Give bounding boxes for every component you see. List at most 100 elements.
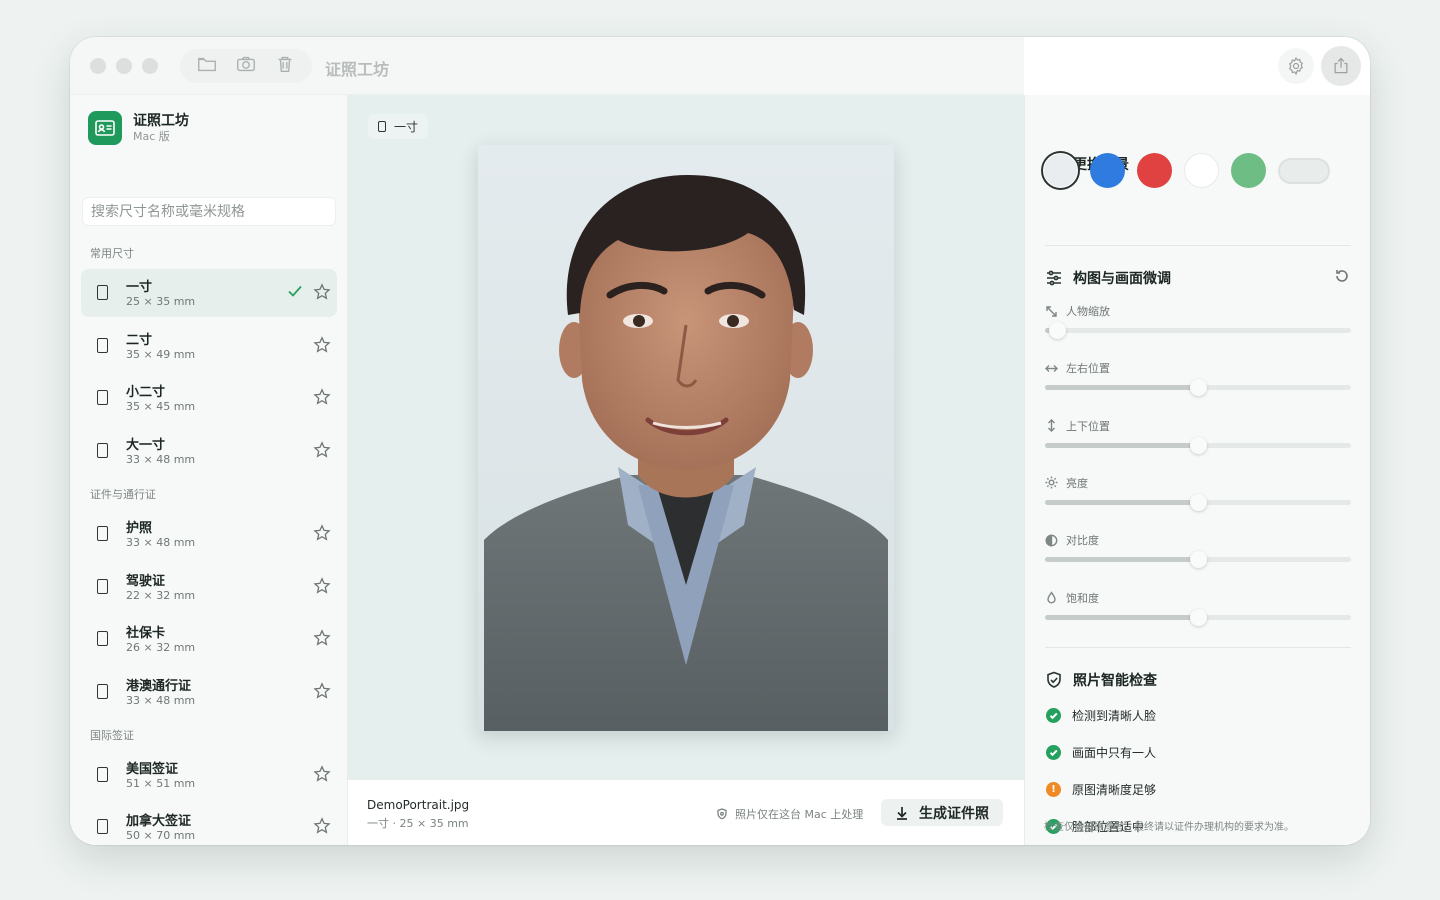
check-item-label: 画面中只有一人 <box>1072 746 1157 760</box>
custom-color-swatch[interactable] <box>1278 157 1330 184</box>
star-icon[interactable] <box>313 524 331 542</box>
size-dimensions: 33 × 48 mm <box>126 453 196 467</box>
adjust-panel: 更换背景 构图与画面微调 人物缩放左右位置上下位置亮度对比度饱和度 照片智能检查… <box>1024 95 1370 845</box>
adjust-slider[interactable] <box>1045 436 1351 454</box>
slider-knob[interactable] <box>1190 379 1207 397</box>
size-item[interactable]: 小二寸 35 × 45 mm <box>81 374 337 422</box>
photo-frame-icon <box>97 443 108 459</box>
slider-knob[interactable] <box>1049 322 1067 339</box>
minimize-window-button[interactable] <box>116 58 132 74</box>
size-item[interactable]: 美国签证 51 × 51 mm <box>81 751 337 799</box>
photo-frame-icon <box>97 285 108 300</box>
size-dimensions: 33 × 48 mm <box>126 535 196 549</box>
privacy-note-text: 照片仅在这台 Mac 上处理 <box>735 808 864 821</box>
folder-icon[interactable] <box>196 53 218 79</box>
slider-label-text: 亮度 <box>1066 476 1088 490</box>
slider-fill <box>1045 499 1198 505</box>
slider-label-text: 上下位置 <box>1066 419 1110 433</box>
divider <box>1045 647 1351 648</box>
slider-label: 人物缩放 <box>1045 303 1110 319</box>
size-item[interactable]: 护照 33 × 48 mm <box>81 510 337 558</box>
size-dimensions: 51 × 51 mm <box>126 776 196 790</box>
size-tag-label: 一寸 <box>394 120 419 134</box>
check-item: 检测到清晰人脸 <box>1046 707 1156 724</box>
star-icon[interactable] <box>313 576 331 595</box>
portrait-preview[interactable] <box>478 145 894 731</box>
size-name: 驾驶证 <box>126 573 166 589</box>
adjust-slider[interactable] <box>1045 379 1351 397</box>
warning-circle-icon: ! <box>1046 782 1061 797</box>
size-item[interactable]: 二寸 35 × 49 mm <box>81 322 337 370</box>
adjust-slider[interactable] <box>1045 493 1351 511</box>
adjust-slider[interactable] <box>1045 608 1351 626</box>
slider-knob[interactable] <box>1190 436 1207 454</box>
size-name: 大一寸 <box>126 438 166 454</box>
background-swatch[interactable] <box>1043 153 1078 188</box>
size-dimensions: 33 × 48 mm <box>126 693 196 707</box>
gear-icon <box>1288 56 1304 76</box>
app-header: 证照工坊 Mac 版 <box>88 111 189 145</box>
close-window-button[interactable] <box>90 58 106 74</box>
background-swatch[interactable] <box>1184 153 1219 188</box>
size-name: 美国签证 <box>126 761 179 777</box>
trash-icon[interactable] <box>274 53 296 79</box>
slider-knob[interactable] <box>1190 493 1207 511</box>
scale-icon <box>1046 305 1057 317</box>
slider-knob[interactable] <box>1190 551 1207 569</box>
generate-button[interactable]: 生成证件照 <box>881 799 1003 826</box>
size-item[interactable]: 社保卡 26 × 32 mm <box>81 615 337 663</box>
zoom-window-button[interactable] <box>142 58 158 74</box>
star-icon[interactable] <box>313 682 331 700</box>
star-icon[interactable] <box>313 441 331 459</box>
divider <box>1045 245 1351 246</box>
size-item[interactable]: 一寸 25 × 35 mm <box>81 269 337 317</box>
star-icon[interactable] <box>313 629 331 647</box>
size-dimensions: 35 × 49 mm <box>126 347 196 361</box>
check-item-label: 检测到清晰人脸 <box>1072 709 1157 723</box>
star-icon[interactable] <box>313 764 331 783</box>
search-input[interactable] <box>82 197 336 226</box>
app-window: 证照工坊 证照工坊 Mac 版 常用尺寸一寸25 × 35 mm二寸35 × 4… <box>70 37 1370 845</box>
size-dimensions: 25 × 35 mm <box>126 295 196 308</box>
background-swatch[interactable] <box>1231 153 1266 188</box>
app-edition: Mac 版 <box>133 129 170 143</box>
id-card-icon <box>88 111 122 145</box>
size-name: 小二寸 <box>126 385 166 401</box>
sidebar: 证照工坊 Mac 版 常用尺寸一寸25 × 35 mm二寸35 × 49 mm小… <box>70 95 348 845</box>
photo-frame-icon <box>97 578 108 594</box>
slider-knob[interactable] <box>1190 608 1207 626</box>
slider-label: 亮度 <box>1045 475 1088 491</box>
group-label: 证件与通行证 <box>90 487 156 501</box>
slider-label: 对比度 <box>1045 532 1099 548</box>
slider-label-text: 饱和度 <box>1066 591 1099 605</box>
adjust-slider[interactable] <box>1045 551 1351 569</box>
share-button[interactable] <box>1321 46 1361 86</box>
horizontal-arrows-icon <box>1045 364 1058 372</box>
adjust-slider[interactable] <box>1045 322 1351 339</box>
check-title: 照片智能检查 <box>1073 673 1157 689</box>
photo-frame-icon <box>97 390 108 406</box>
star-icon[interactable] <box>313 283 331 301</box>
size-name: 社保卡 <box>126 626 166 642</box>
slider-fill <box>1045 557 1198 563</box>
privacy-shield-icon <box>717 808 727 820</box>
star-icon[interactable] <box>313 388 331 406</box>
adjust-section-title: 构图与画面微调 <box>1045 268 1171 288</box>
star-icon[interactable] <box>313 335 331 354</box>
size-item[interactable]: 加拿大签证 50 × 70 mm <box>81 803 337 845</box>
size-item[interactable]: 驾驶证 22 × 32 mm <box>81 563 337 611</box>
file-meta: 一寸 · 25 × 35 mm <box>367 817 469 830</box>
app-name: 证照工坊 <box>133 112 189 129</box>
background-swatch[interactable] <box>1137 153 1172 188</box>
slider-label: 上下位置 <box>1045 418 1110 434</box>
background-swatch[interactable] <box>1090 153 1125 188</box>
camera-icon[interactable] <box>235 53 257 79</box>
slider-label-text: 左右位置 <box>1066 362 1110 376</box>
slider-label: 左右位置 <box>1045 360 1110 376</box>
size-item[interactable]: 大一寸 33 × 48 mm <box>81 427 337 475</box>
star-icon[interactable] <box>313 817 331 835</box>
slider-label: 饱和度 <box>1045 590 1099 606</box>
size-item[interactable]: 港澳通行证 33 × 48 mm <box>81 668 337 716</box>
settings-button[interactable] <box>1278 48 1314 84</box>
reset-icon[interactable] <box>1334 268 1350 284</box>
